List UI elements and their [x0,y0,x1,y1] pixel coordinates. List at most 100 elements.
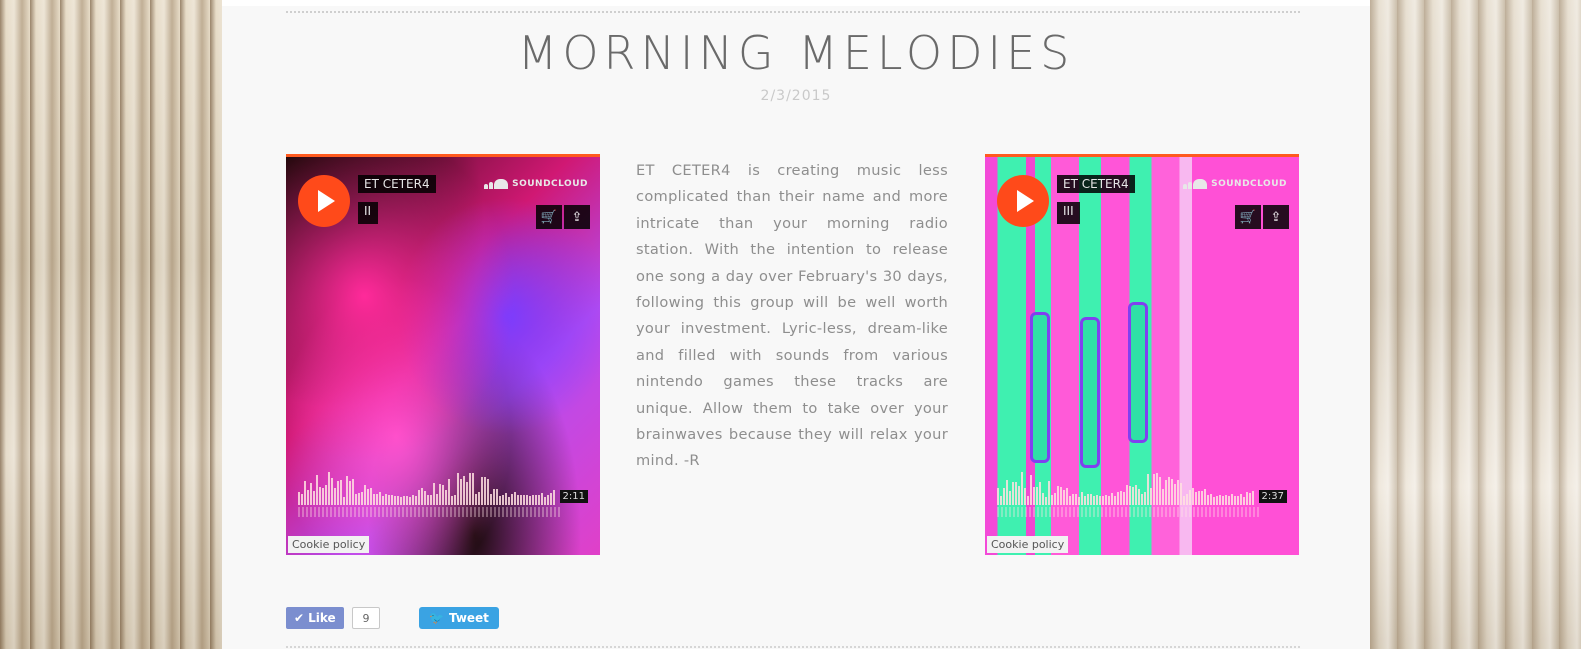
waveform-bar [484,477,486,505]
waveform-bar [1066,488,1068,505]
waveform-bar [403,496,405,505]
waveform-bar [1117,492,1119,505]
waveform-bar [391,495,393,505]
soundcloud-player-2[interactable]: ET CETER4 III SOUNDCLOUD 🛒 ⇪ 2:37 Cookie… [985,154,1299,555]
waveform-bar [433,483,435,505]
tweet-button[interactable]: 🐦 Tweet [419,607,499,629]
waveform-bar [1252,491,1254,505]
waveform-bar [379,492,381,505]
waveform-bar [1183,496,1185,505]
waveform-bar [1162,489,1164,505]
waveform-bar [1072,494,1074,505]
soundcloud-logo[interactable]: SOUNDCLOUD [484,179,588,189]
waveform-bar [1219,495,1221,505]
waveform-bar [1234,496,1236,505]
waveform-bar [1153,474,1155,505]
waveform[interactable] [997,467,1259,505]
waveform-bar [1039,482,1041,505]
waveform-bar [1156,473,1158,505]
soundcloud-logo[interactable]: SOUNDCLOUD [1183,179,1287,189]
waveform-bar [400,497,402,505]
waveform-bar [496,489,498,505]
waveform-bar [1150,488,1152,505]
waveform-bar [1069,496,1071,505]
waveform-bar [298,492,300,505]
post-title: MORNING MELODIES [517,26,1075,80]
waveform-bar [1147,474,1149,505]
waveform-bar [1027,496,1029,505]
waveform-bar [328,472,330,505]
waveform-bar [1012,482,1014,505]
player-artist[interactable]: ET CETER4 [1057,175,1135,193]
play-button[interactable] [298,175,350,227]
player-track-title[interactable]: II [358,202,378,224]
waveform-bar [1141,494,1143,505]
waveform-bar [1090,494,1092,505]
waveform-bar [997,488,999,505]
waveform-bar [463,476,465,505]
play-icon [318,190,335,212]
waveform-bar [1045,497,1047,505]
waveform-bar [307,490,309,505]
cloud-icon [1183,179,1208,189]
waveform-bar [472,473,474,505]
track-duration: 2:11 [559,490,588,503]
waveform-bar [373,494,375,505]
player-track-title[interactable]: III [1057,202,1080,224]
waveform-bar [1114,496,1116,505]
share-button[interactable]: ⇪ [564,205,590,229]
divider-top [286,11,1300,13]
cookie-policy-link[interactable]: Cookie policy [288,536,370,553]
waveform-bar [421,488,423,505]
waveform-bar [385,494,387,505]
waveform-bar [1216,496,1218,505]
waveform-bar [1000,496,1002,505]
player-artist[interactable]: ET CETER4 [358,175,436,193]
waveform-bar [415,496,417,505]
divider-bottom [286,646,1300,648]
waveform-bar [427,495,429,505]
waveform-bar [1168,477,1170,505]
waveform-bar [1036,487,1038,505]
waveform-bar [466,482,468,505]
like-count: 9 [352,607,380,629]
play-button[interactable] [997,175,1049,227]
waveform-bar [304,481,306,505]
buy-button[interactable]: 🛒 [1235,205,1261,229]
waveform-bar [319,487,321,505]
waveform-bar [1231,494,1233,505]
waveform-bar [1180,483,1182,505]
post-date: 2/3/2015 [760,88,832,104]
post-panel: MORNING MELODIES 2/3/2015 ET CETER4 II S… [222,6,1370,649]
waveform-bar [526,495,528,505]
buy-button[interactable]: 🛒 [536,205,562,229]
facebook-like-button[interactable]: ✔ Like [286,607,344,629]
waveform-bar [436,494,438,505]
waveform-bar [1060,487,1062,505]
waveform-bar [520,495,522,505]
share-icon: ⇪ [1270,209,1282,225]
waveform-bar [334,488,336,505]
waveform-bar [370,488,372,505]
waveform[interactable] [298,467,560,505]
share-button[interactable]: ⇪ [1263,205,1289,229]
waveform-bar [1030,475,1032,505]
waveform-bar [1111,493,1113,505]
waveform-bar [382,496,384,505]
waveform-bar [1135,485,1137,505]
waveform-bar [337,481,339,505]
waveform-bar [1243,497,1245,505]
waveform-bar [547,495,549,505]
waveform-bar [1144,492,1146,505]
cookie-policy-link[interactable]: Cookie policy [987,536,1069,553]
artwork-bar [1128,302,1148,443]
waveform-bar [544,497,546,505]
waveform-bar [1186,494,1188,505]
soundcloud-player-1[interactable]: ET CETER4 II SOUNDCLOUD 🛒 ⇪ 2:11 Cookie … [286,154,600,555]
waveform-bar [1177,480,1179,505]
waveform-bar [1099,496,1101,505]
waveform-bar [397,496,399,505]
waveform-bar [481,477,483,505]
waveform-bar [1054,493,1056,505]
waveform-bar [1123,492,1125,505]
